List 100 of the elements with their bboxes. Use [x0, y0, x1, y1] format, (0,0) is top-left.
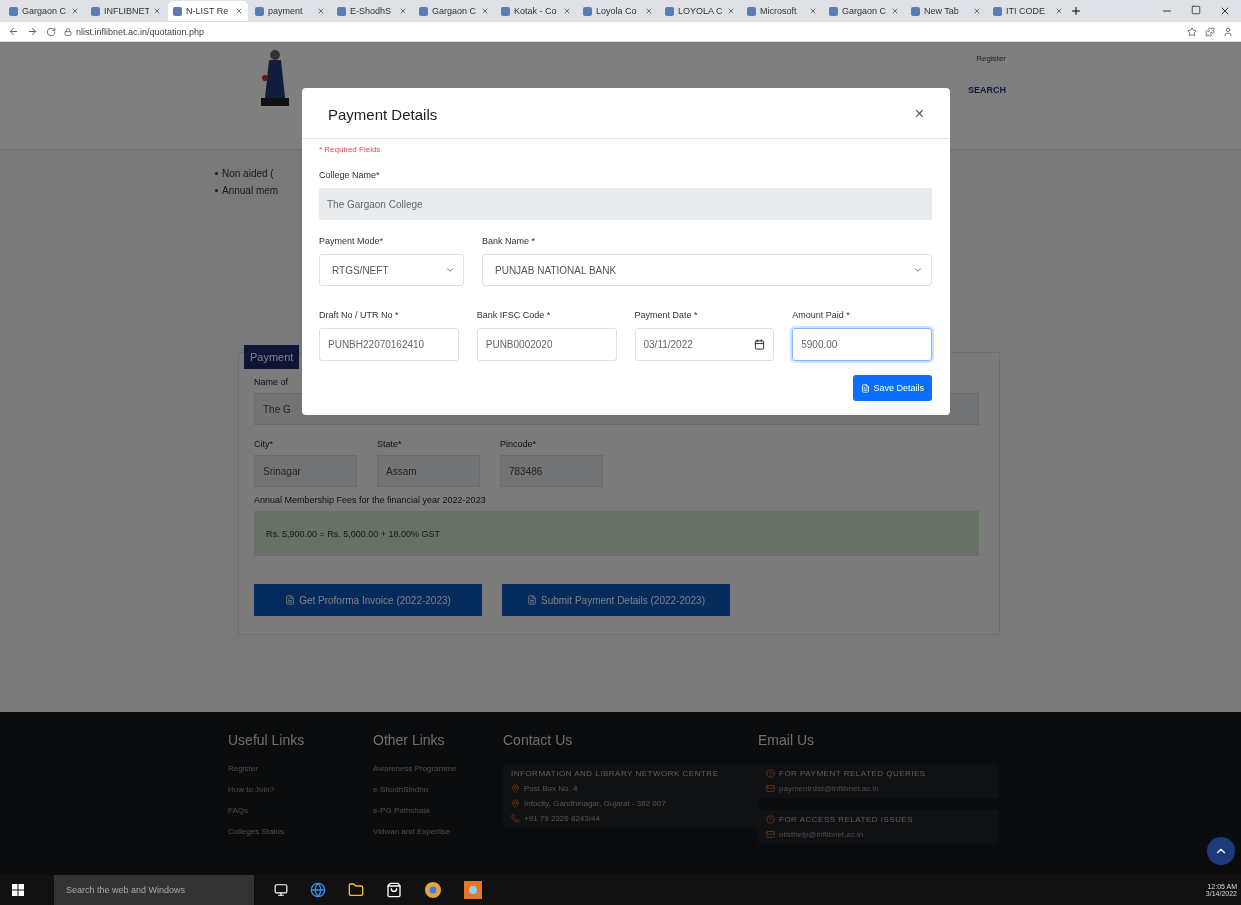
close-button[interactable]: ×: [908, 104, 930, 124]
panel-tab[interactable]: Payment: [244, 345, 300, 369]
note-text: Annual mem: [222, 185, 279, 196]
task-view-icon: [274, 883, 288, 897]
footer-heading: Email Us: [758, 732, 815, 748]
favicon-icon: [337, 6, 346, 16]
taskbar-search[interactable]: Search the web and Windows: [54, 875, 254, 905]
footer-heading: Other Links: [373, 732, 446, 748]
bullet-icon: [215, 189, 218, 192]
email-heading: FOR PAYMENT RELATED QUERIES: [779, 769, 926, 778]
map-pin-icon: [511, 799, 520, 808]
browser-tab[interactable]: Gargaon C: [4, 1, 84, 21]
favicon-icon: [9, 6, 18, 16]
favicon-icon: [501, 6, 510, 16]
folder-icon: [348, 882, 364, 898]
star-icon[interactable]: [1187, 26, 1197, 37]
forward-icon[interactable]: [27, 26, 38, 37]
browser-tab[interactable]: Microsoft: [742, 1, 822, 21]
footer-heading: Useful Links: [228, 732, 306, 748]
field-label: Amount Paid *: [792, 310, 851, 320]
readonly-field: 783486: [500, 455, 603, 487]
invoice-button[interactable]: Submit Payment Details (2022-2023): [502, 584, 730, 616]
close-icon: [563, 7, 571, 15]
browser-tab[interactable]: LOYOLA C: [660, 1, 740, 21]
browser-tab[interactable]: payment: [250, 1, 330, 21]
puzzle-icon[interactable]: [1205, 26, 1215, 37]
new-tab-icon[interactable]: [1070, 5, 1082, 17]
browser-tab[interactable]: N-LIST Re: [168, 1, 248, 21]
caret-icon: [445, 265, 455, 275]
phone-icon: [511, 814, 520, 823]
browser-tab[interactable]: INFLIBNET: [86, 1, 166, 21]
bullet-icon: [215, 172, 218, 175]
close-icon: [399, 7, 407, 15]
readonly-field: Assam: [377, 455, 480, 487]
footer-heading: Contact Us: [503, 732, 574, 748]
maximize-icon[interactable]: [1191, 5, 1201, 15]
contact-text: Infocity, Gandhinagar, Gujarat - 382 007: [524, 799, 666, 808]
note-text: Non aided (: [222, 168, 274, 179]
invoice-button[interactable]: Get Proforma Invoice (2022-2023): [254, 584, 482, 616]
browser-app-icon[interactable]: [424, 881, 442, 899]
mail-icon: [766, 784, 775, 793]
email-heading: FOR ACCESS RELATED ISSUES: [779, 815, 914, 824]
input-field[interactable]: PUNB0002020: [476, 328, 617, 361]
question-icon: [766, 815, 775, 824]
close-icon[interactable]: [1219, 5, 1231, 17]
lock-icon: [64, 27, 72, 36]
calendar-icon: [754, 339, 766, 350]
address-bar[interactable]: nlist.inflibnet.ac.in/quotation.php: [76, 26, 205, 37]
field-label: College Name*: [319, 170, 381, 180]
favicon-icon: [255, 6, 264, 16]
field-label: Payment Date *: [634, 310, 699, 320]
nav-link[interactable]: SEARCH: [968, 85, 1006, 95]
close-icon: [1055, 7, 1063, 15]
shopping-bag-icon: [386, 882, 402, 898]
field-label: State*: [377, 439, 403, 449]
field-label: Bank Name *: [482, 236, 537, 246]
close-icon: [235, 7, 243, 15]
readonly-field: Srinagar: [254, 455, 357, 487]
required-note: * Required Fields: [319, 145, 382, 154]
close-icon: [71, 7, 79, 15]
reload-icon[interactable]: [46, 26, 56, 37]
payment-mode-select[interactable]: RTGS/NEFT: [319, 254, 464, 286]
browser-tab[interactable]: E-ShodhS: [332, 1, 412, 21]
browser-tab[interactable]: ITI CODE: [988, 1, 1068, 21]
windows-logo-icon[interactable]: [12, 884, 24, 896]
question-icon: [766, 769, 775, 778]
map-pin-icon: [511, 784, 520, 793]
browser-tab[interactable]: Gargaon C: [824, 1, 904, 21]
field-label: Bank IFSC Code *: [476, 310, 552, 320]
profile-icon[interactable]: [1223, 26, 1233, 37]
save-button[interactable]: Save Details: [853, 375, 932, 401]
browser-tab[interactable]: New Tab: [906, 1, 986, 21]
register-link[interactable]: Register: [976, 54, 1006, 63]
favicon-icon: [993, 6, 1002, 16]
browser-tab[interactable]: Gargaon C: [414, 1, 494, 21]
org-name: INFORMATION AND LIBRARY NETWORK CENTRE: [511, 769, 720, 778]
close-icon: [645, 7, 653, 15]
close-icon: [481, 7, 489, 15]
favicon-icon: [419, 6, 428, 16]
field-label: Payment Mode*: [319, 236, 385, 246]
close-icon: [809, 7, 817, 15]
document-icon: [285, 595, 296, 605]
globe-icon: [310, 882, 326, 898]
browser-tab[interactable]: Loyola Co: [578, 1, 658, 21]
date-field[interactable]: 03/11/2022: [634, 328, 775, 361]
field-label: Name of: [254, 377, 289, 387]
favicon-icon: [747, 6, 756, 16]
mail-icon: [766, 830, 775, 839]
bank-select[interactable]: PUNJAB NATIONAL BANK: [482, 254, 932, 286]
close-icon: [153, 7, 161, 15]
favicon-icon: [829, 6, 838, 16]
fee-label: Annual Membership Fees for the financial year 2022-2023: [254, 495, 487, 505]
fee-summary: Rs. 5,900.00 = Rs. 5,000.00 + 18.00% GST: [254, 511, 979, 556]
input-field[interactable]: 5900.00: [792, 328, 932, 361]
document-icon: [861, 383, 871, 393]
input-field[interactable]: PUNBH22070162410: [319, 328, 459, 361]
document-icon: [527, 595, 537, 605]
back-icon[interactable]: [8, 26, 19, 37]
browser-tab[interactable]: Kotak - Co: [496, 1, 576, 21]
close-icon: [973, 7, 981, 15]
